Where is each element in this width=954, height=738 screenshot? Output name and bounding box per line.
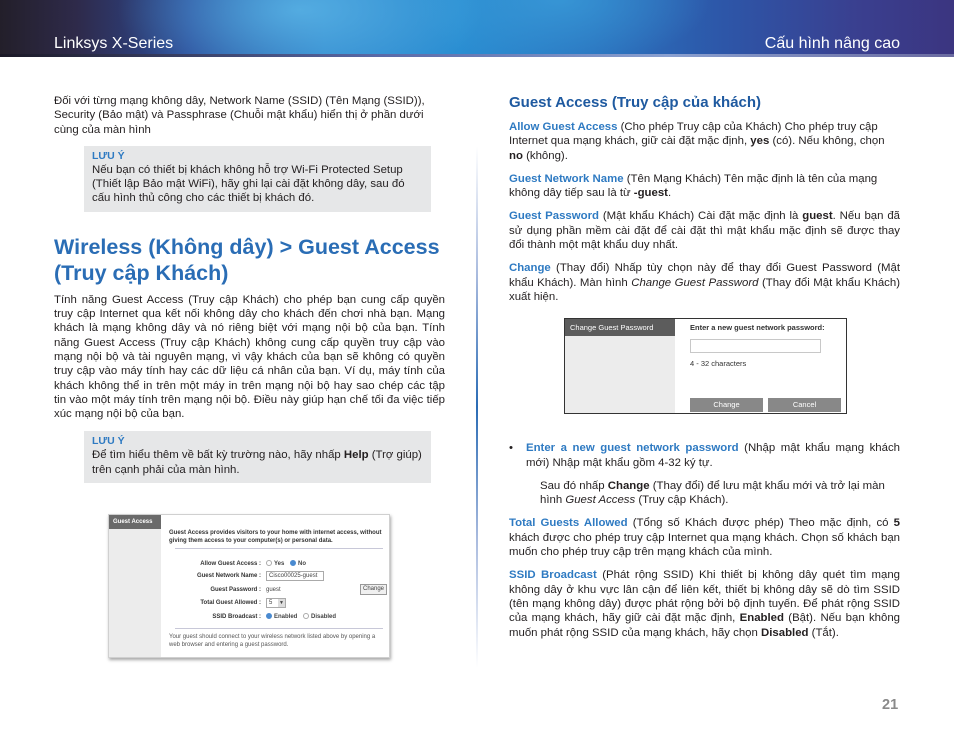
change-guest-password-screenshot: Change Guest Password Enter a new guest … <box>564 318 847 414</box>
allow-guest-access-label: Allow Guest Access : <box>200 561 261 567</box>
section-heading: Wireless (Không dây) > Guest Access (Tru… <box>54 234 440 285</box>
screenshot-sidebar-title: Guest Access <box>109 515 161 529</box>
change-password-button[interactable]: Change <box>360 584 387 595</box>
ssid-broadcast-radios: Enabled Disabled <box>266 613 336 621</box>
total-guests-description: Total Guests Allowed (Tổng số Khách được… <box>509 517 900 559</box>
term: Total Guests Allowed <box>509 517 628 530</box>
change-description: Change (Thay đổi) Nhấp tùy chọn này để t… <box>509 262 900 303</box>
chevron-down-icon: ▼ <box>278 599 285 607</box>
radio-no[interactable] <box>290 560 297 567</box>
note-text: Để tìm hiểu thêm về bất kỳ trường nào, h… <box>92 449 422 476</box>
guest-network-name-input[interactable]: Cisco00025-guest <box>266 571 324 581</box>
ssid-broadcast-description: SSID Broadcast (Phát rộng SSID) Khi thiế… <box>509 569 900 639</box>
note-box: LƯU Ý Nếu bạn có thiết bị khách không hỗ… <box>84 145 431 212</box>
intro-paragraph: Đối với từng mạng không dây, Network Nam… <box>54 95 425 136</box>
help-keyword: Help <box>343 449 369 462</box>
term: Guest Network Name <box>509 172 624 185</box>
screenshot-intro: Guest Access provides visitors to your h… <box>169 530 382 544</box>
radio-enabled[interactable] <box>266 613 272 620</box>
radio-disabled[interactable] <box>303 613 310 620</box>
cancel-button[interactable]: Cancel <box>768 398 841 412</box>
header-banner: Linksys X-Series Cấu hình nâng cao <box>0 0 954 57</box>
guest-network-name-label: Guest Network Name : <box>196 573 261 579</box>
term: Allow Guest Access <box>509 121 618 133</box>
screenshot-footer: Your guest should connect to your wirele… <box>169 634 376 648</box>
change-button[interactable]: Change <box>690 398 763 412</box>
term: Enter a new guest network password <box>526 442 739 455</box>
ssid-broadcast-label: SSID Broadcast : <box>212 614 261 620</box>
allow-guest-access-radios: Yes No <box>266 560 306 568</box>
note-text: Nếu bạn có thiết bị khách không hỗ trợ W… <box>92 163 405 205</box>
password-length-hint: 4 - 32 characters <box>690 359 747 368</box>
product-name: Linksys X-Series <box>54 35 174 52</box>
screenshot-divider <box>175 628 383 629</box>
enter-password-description: Enter a new guest network password (Nhập… <box>526 442 900 469</box>
radio-yes[interactable] <box>266 560 272 567</box>
guest-password-label: Guest Password : <box>210 587 261 593</box>
bullet-icon: • <box>509 442 513 455</box>
screenshot-sidebar <box>109 515 161 657</box>
term: Guest Password <box>509 210 599 223</box>
after-change-description: Sau đó nhấp Change (Thay đổi) để lưu mật… <box>540 479 885 507</box>
list-item: • Enter a new guest network password (Nh… <box>509 441 900 470</box>
term: SSID Broadcast <box>509 569 597 582</box>
guest-password-description: Guest Password (Mật khẩu Khách) Cài đặt … <box>509 210 900 252</box>
guest-access-description: Tính năng Guest Access (Truy cập Khách) … <box>54 293 445 421</box>
allow-guest-access-description: Allow Guest Access (Cho phép Truy cập củ… <box>509 121 885 162</box>
term: Change <box>509 262 551 275</box>
page-number: 21 <box>882 697 899 713</box>
note-title: LƯU Ý <box>92 435 125 448</box>
guest-access-screenshot: Guest Access Guest Access provides visit… <box>108 514 390 658</box>
section-title: Cấu hình nâng cao <box>764 35 900 52</box>
left-column: Đối với từng mạng không dây, Network Nam… <box>54 94 445 484</box>
screenshot-sidebar-title: Change Guest Password <box>565 319 675 336</box>
total-guest-allowed-select[interactable]: 5 ▼ <box>266 598 286 608</box>
subsection-heading: Guest Access (Truy cập của khách) <box>509 94 762 111</box>
screenshot-divider <box>175 548 383 549</box>
guest-network-name-description: Guest Network Name (Tên Mạng Khách) Tên … <box>509 172 878 200</box>
note-title: LƯU Ý <box>92 149 125 162</box>
new-password-input[interactable] <box>690 339 821 353</box>
column-divider <box>476 146 478 668</box>
total-guest-allowed-label: Total Guest Allowed : <box>200 600 261 606</box>
new-password-prompt: Enter a new guest network password: <box>690 323 825 332</box>
guest-password-value: guest <box>266 587 281 593</box>
note-box-help: LƯU Ý Để tìm hiểu thêm về bất kỳ trường … <box>84 431 431 484</box>
